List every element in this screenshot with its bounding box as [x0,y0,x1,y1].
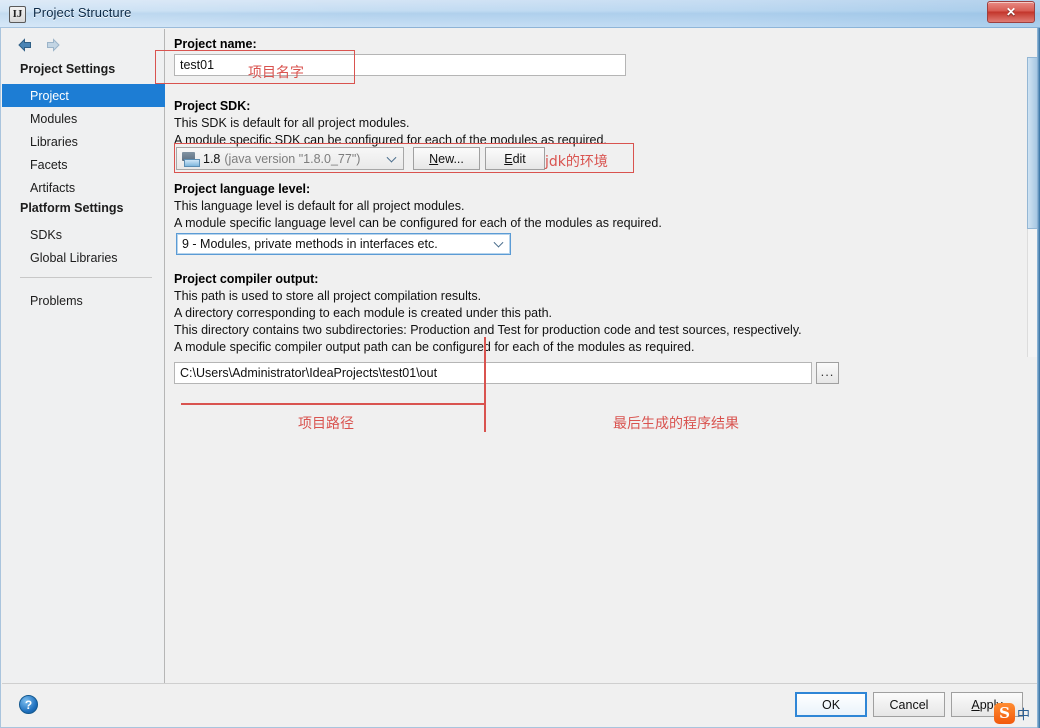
project-sdk-combo[interactable]: 1.8 (java version "1.8.0_77") [176,147,404,170]
sdk-edit-rest: dit [512,151,526,166]
sidebar-item-problems[interactable]: Problems [2,289,165,312]
title-bar-gloss [0,0,1040,28]
sidebar-group-platform-settings: Platform Settings [20,201,124,215]
project-structure-window: IJ Project Structure ✕ Project Settings [0,0,1040,728]
sidebar-item-artifacts[interactable]: Artifacts [2,176,165,199]
sidebar-item-modules[interactable]: Modules [2,107,165,130]
close-button[interactable]: ✕ [987,1,1035,23]
sidebar-divider [20,277,152,278]
compiler-output-desc-3: This directory contains two subdirectori… [174,323,802,337]
settings-sidebar: Project Settings Project Modules Librari… [2,29,165,683]
sdk-icon [182,151,200,167]
title-bar: IJ Project Structure ✕ [0,0,1040,28]
project-name-input[interactable]: test01 [174,54,626,76]
ime-watermark: S 中 [994,700,1038,726]
back-arrow-icon[interactable] [16,36,34,54]
compiler-output-desc-4: A module specific compiler output path c… [174,340,695,354]
dialog-footer: ? OK Cancel Apply [2,683,1038,726]
sdk-new-button[interactable]: New... [413,147,480,170]
window-title: Project Structure [33,5,132,20]
sidebar-item-libraries[interactable]: Libraries [2,130,165,153]
sogou-logo-icon: S [994,702,1015,724]
sdk-edit-mnemonic: E [504,151,513,166]
sidebar-item-facets[interactable]: Facets [2,153,165,176]
sdk-edit-button[interactable]: Edit [485,147,545,170]
compiler-output-browse-button[interactable]: ... [816,362,839,384]
sdk-new-mnemonic: N [429,151,439,166]
help-icon[interactable]: ? [19,695,38,714]
language-level-value: 9 - Modules, private methods in interfac… [182,237,438,251]
cancel-button[interactable]: Cancel [873,692,945,717]
language-level-desc-2: A module specific language level can be … [174,216,662,230]
sidebar-group-project-settings: Project Settings [20,62,116,76]
sdk-new-rest: ew... [438,151,464,166]
sidebar-nav [12,34,152,56]
project-sdk-version: 1.8 [203,151,221,166]
sidebar-item-sdks[interactable]: SDKs [2,223,165,246]
compiler-output-desc-2: A directory corresponding to each module… [174,306,552,320]
apply-mnemonic: A [971,697,980,712]
project-name-label: Project name: [174,37,257,51]
language-level-combo[interactable]: 9 - Modules, private methods in interfac… [176,233,511,255]
language-level-desc-1: This language level is default for all p… [174,199,465,213]
project-sdk-desc-1: This SDK is default for all project modu… [174,116,410,130]
compiler-output-label: Project compiler output: [174,272,319,286]
project-settings-panel: Project name: test01 Project SDK: This S… [166,29,1021,683]
project-sdk-label: Project SDK: [174,99,251,113]
project-sdk-desc-2: A module specific SDK can be configured … [174,133,607,147]
idea-icon: IJ [9,6,26,23]
ime-mode-label: 中 [1017,707,1031,723]
ok-button[interactable]: OK [795,692,867,717]
dialog-body: Project Settings Project Modules Librari… [0,28,1040,728]
project-sdk-detail: (java version "1.8.0_77") [224,151,361,166]
language-level-label: Project language level: [174,182,311,196]
sidebar-item-global-libraries[interactable]: Global Libraries [2,246,165,269]
sidebar-item-project[interactable]: Project [2,84,165,107]
forward-arrow-icon[interactable] [44,36,62,54]
chevron-down-icon [386,152,397,163]
compiler-output-desc-1: This path is used to store all project c… [174,289,482,303]
compiler-output-path-input[interactable]: C:\Users\Administrator\IdeaProjects\test… [174,362,812,384]
chevron-down-icon [493,237,504,248]
